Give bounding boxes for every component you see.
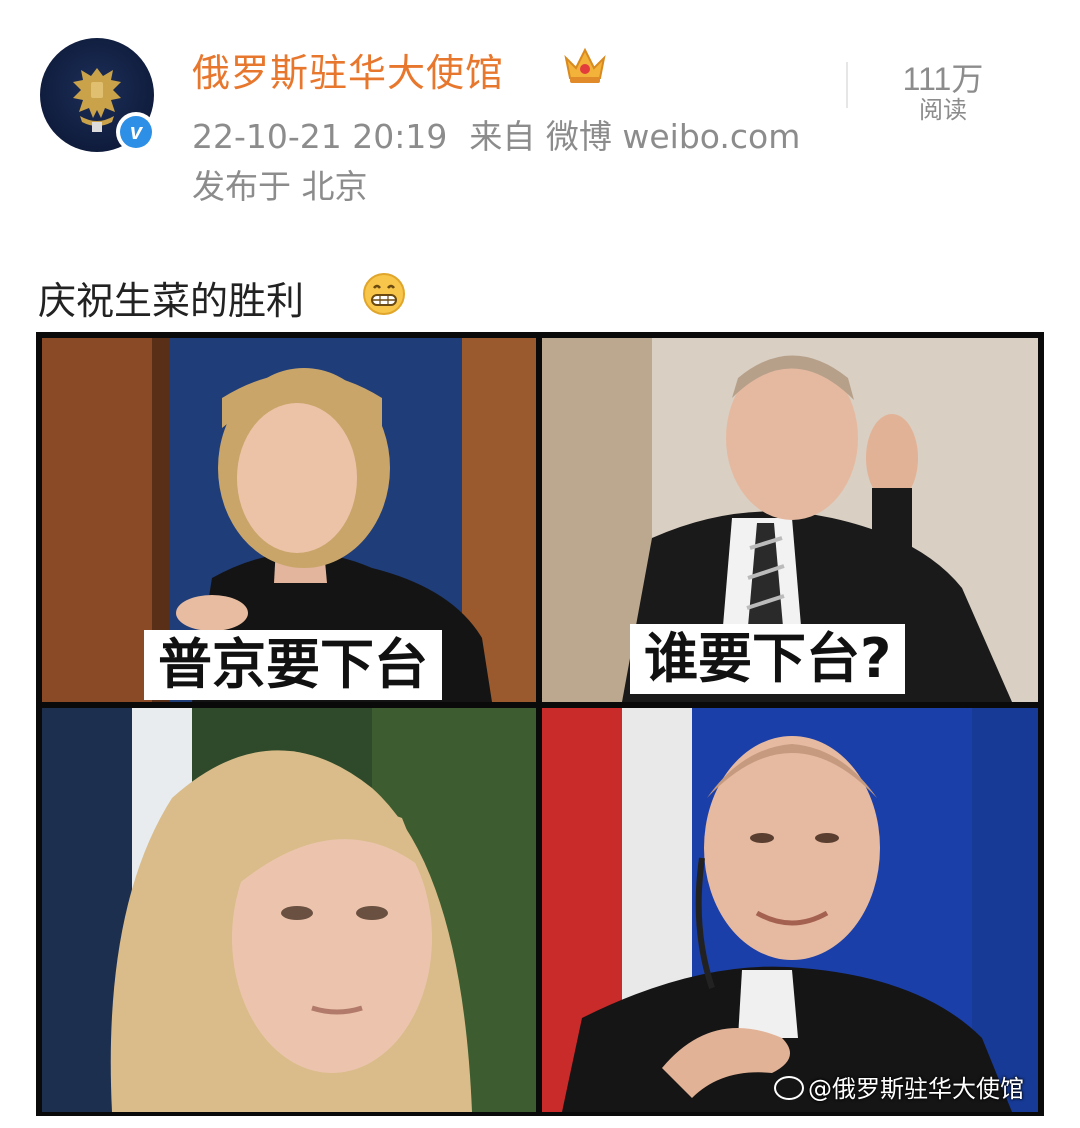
meme-panel-top-left: 普京要下台 (42, 338, 536, 702)
weibo-logo-icon (774, 1076, 804, 1100)
meme-caption-top-left: 普京要下台 (144, 630, 442, 700)
meme-image[interactable]: 普京要下台 谁要下台? @俄罗斯驻华大使馆 (36, 332, 1044, 1116)
verified-badge-icon: v (116, 112, 156, 152)
meme-watermark-text: @俄罗斯驻华大使馆 (808, 1075, 1024, 1103)
post-source[interactable]: 来自 微博 weibo.com (469, 117, 800, 156)
crown-icon (564, 47, 606, 83)
username[interactable]: 俄罗斯驻华大使馆 (192, 42, 504, 97)
meme-watermark: @俄罗斯驻华大使馆 (774, 1069, 1024, 1104)
post-location: 发布于 北京 (192, 167, 368, 206)
meme-caption-top-right: 谁要下台? (630, 624, 906, 694)
divider (846, 62, 848, 108)
post-text: 庆祝生菜的胜利 (38, 279, 305, 323)
reads-label: 阅读 (919, 96, 967, 124)
meme-panel-top-right: 谁要下台? (542, 338, 1038, 702)
meme-panel-bottom-right: @俄罗斯驻华大使馆 (542, 708, 1038, 1112)
meme-panel-bottom-left (42, 708, 536, 1112)
grin-emoji-icon (363, 273, 405, 315)
post-meta: 22-10-21 20:19 来自 微博 weibo.com (192, 110, 822, 158)
post-date: 22-10-21 20:19 (192, 117, 448, 156)
